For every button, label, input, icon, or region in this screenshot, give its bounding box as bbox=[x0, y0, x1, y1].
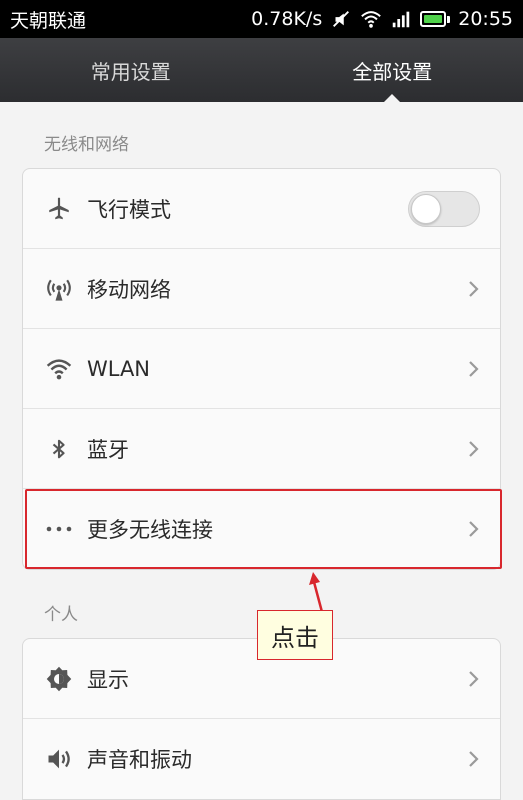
highlight-box bbox=[25, 489, 502, 569]
chevron-right-icon bbox=[469, 360, 479, 377]
settings-tabs: 常用设置 全部设置 bbox=[0, 38, 523, 103]
carrier-name: 天朝联通 bbox=[10, 9, 87, 32]
chevron-right-icon bbox=[469, 751, 479, 767]
signal-icon bbox=[390, 8, 412, 30]
annotation-callout: 点击 bbox=[257, 610, 333, 660]
settings-row-wlan[interactable]: WLAN bbox=[23, 329, 500, 409]
section-header-wireless: 无线和网络 bbox=[44, 135, 129, 155]
speaker-icon bbox=[45, 745, 73, 773]
row-label: 声音和振动 bbox=[87, 748, 192, 772]
tab-common-settings[interactable]: 常用设置 bbox=[0, 38, 262, 102]
row-label: 蓝牙 bbox=[87, 437, 129, 462]
annotation-arrow bbox=[309, 572, 324, 613]
tab-label: 全部设置 bbox=[352, 59, 433, 84]
section-header-personal: 个人 bbox=[44, 605, 78, 625]
row-label: 显示 bbox=[87, 667, 129, 692]
chevron-right-icon bbox=[469, 280, 479, 297]
settings-row-sound-vibration[interactable]: 声音和振动 bbox=[23, 719, 500, 799]
antenna-icon bbox=[45, 275, 73, 303]
row-label: 移动网络 bbox=[87, 277, 171, 302]
status-indicators: 0.78K/s 20:55 bbox=[251, 8, 513, 30]
settings-row-bluetooth[interactable]: 蓝牙 bbox=[23, 409, 500, 489]
network-speed: 0.78K/s bbox=[251, 8, 323, 30]
callout-text: 点击 bbox=[271, 623, 319, 652]
row-label: WLAN bbox=[87, 356, 151, 381]
chevron-right-icon bbox=[469, 670, 479, 687]
tab-label: 常用设置 bbox=[90, 59, 171, 84]
personal-settings-card: 显示 声音和振动 bbox=[22, 638, 501, 800]
settings-row-airplane-mode[interactable]: 飞行模式 bbox=[23, 169, 500, 249]
status-bar: 天朝联通 0.78K/s 20:55 bbox=[0, 0, 523, 38]
tab-all-settings[interactable]: 全部设置 bbox=[262, 38, 523, 103]
wifi-icon bbox=[360, 8, 382, 30]
chevron-right-icon bbox=[469, 440, 479, 457]
row-label: 飞行模式 bbox=[87, 197, 171, 222]
active-tab-indicator bbox=[383, 94, 402, 103]
airplane-icon bbox=[45, 195, 73, 223]
bluetooth-icon bbox=[45, 435, 73, 463]
wifi-icon bbox=[45, 355, 73, 383]
clock: 20:55 bbox=[458, 8, 513, 30]
brightness-icon bbox=[45, 665, 73, 693]
battery-icon bbox=[420, 11, 451, 27]
airplane-mode-toggle[interactable] bbox=[408, 190, 480, 227]
mute-icon bbox=[330, 8, 352, 30]
settings-row-mobile-network[interactable]: 移动网络 bbox=[23, 249, 500, 329]
